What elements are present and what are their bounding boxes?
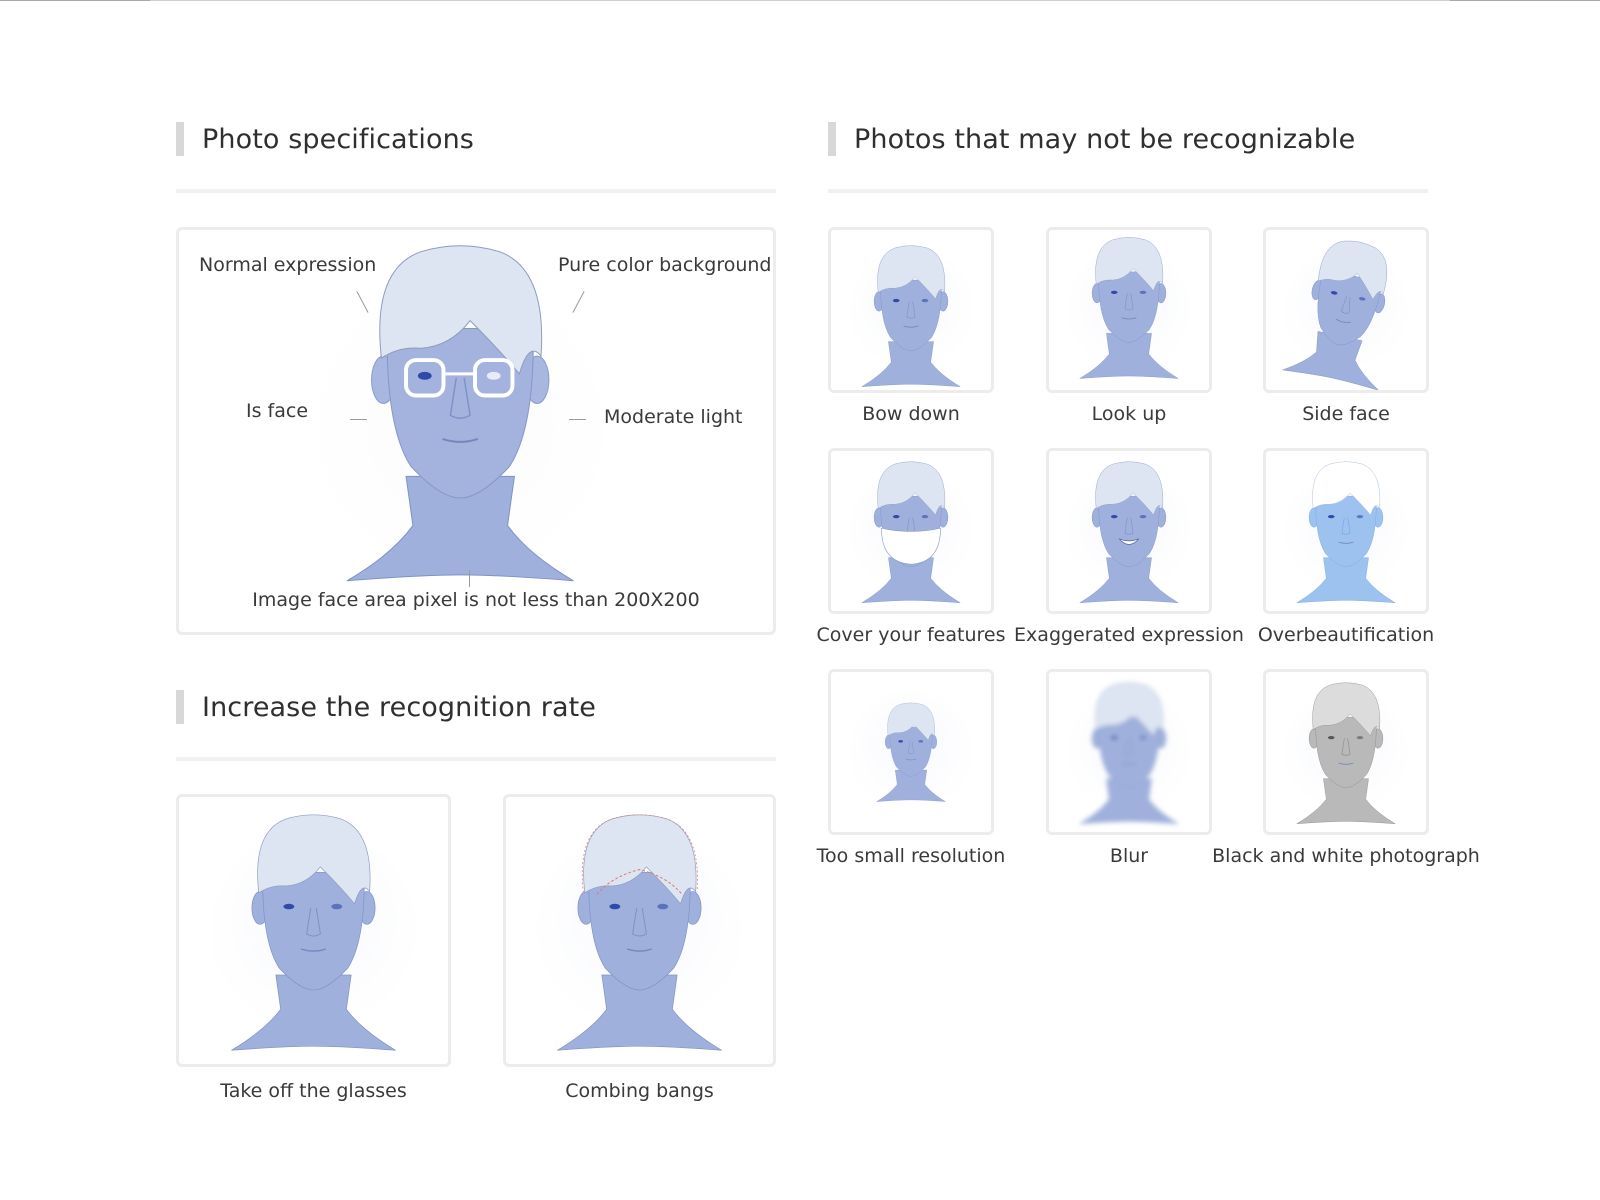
leader-line — [569, 419, 586, 420]
example-caption: Cover your features — [816, 624, 1006, 646]
example-card-black-white — [1263, 669, 1429, 835]
face-illustration — [1284, 682, 1408, 824]
label-pure-color-background: Pure color background — [558, 254, 772, 276]
face-illustration — [1067, 461, 1191, 603]
top-divider — [0, 0, 1600, 1]
section-divider — [176, 757, 776, 761]
leader-line — [350, 419, 367, 420]
face-illustration — [210, 814, 417, 1051]
label-moderate-light: Moderate light — [604, 406, 743, 428]
example-card-look-up — [1046, 227, 1212, 393]
example-caption: Exaggerated expression — [1014, 624, 1244, 646]
face-illustration — [849, 245, 973, 387]
section-divider — [176, 189, 776, 193]
example-caption: Too small resolution — [816, 845, 1006, 867]
spec-illustration-card — [176, 227, 776, 635]
section-title: Increase the recognition rate — [202, 691, 597, 723]
example-card-bow-down — [828, 227, 994, 393]
face-illustration — [1282, 240, 1408, 390]
increase-card-bangs — [503, 794, 776, 1067]
example-caption: Black and white photograph — [1212, 845, 1480, 867]
spec-face-illustration — [302, 245, 618, 585]
example-card-side-face — [1263, 227, 1429, 393]
section-header-increase-recognition: Increase the recognition rate — [176, 690, 596, 724]
example-card-cover-features — [828, 448, 994, 614]
example-card-overbeautification — [1263, 448, 1429, 614]
section-title: Photos that may not be recognizable — [854, 123, 1356, 155]
face-illustration — [1067, 237, 1191, 379]
section-marker — [176, 122, 184, 156]
increase-caption: Combing bangs — [565, 1080, 714, 1102]
face-illustration — [1067, 682, 1191, 824]
face-illustration — [849, 690, 973, 814]
section-marker — [828, 122, 836, 156]
section-title: Photo specifications — [202, 123, 474, 155]
label-normal-expression: Normal expression — [199, 254, 377, 276]
label-is-face: Is face — [246, 400, 309, 422]
example-caption: Side face — [1302, 403, 1390, 425]
example-caption: Overbeautification — [1257, 624, 1435, 646]
section-divider — [828, 189, 1428, 193]
section-marker — [176, 690, 184, 724]
leader-line — [469, 570, 470, 587]
face-illustration — [849, 461, 973, 603]
example-card-blur — [1046, 669, 1212, 835]
section-header-photo-specifications: Photo specifications — [176, 122, 474, 156]
example-card-small-resolution — [828, 669, 994, 835]
label-face-area: Image face area pixel is not less than 2… — [252, 589, 700, 611]
increase-card-glasses — [176, 794, 451, 1067]
example-caption: Bow down — [862, 403, 960, 425]
increase-caption: Take off the glasses — [220, 1080, 407, 1102]
face-illustration — [1284, 461, 1408, 603]
face-illustration — [536, 814, 743, 1051]
section-header-not-recognizable: Photos that may not be recognizable — [828, 122, 1355, 156]
example-card-exaggerated-expression — [1046, 448, 1212, 614]
example-caption: Look up — [1091, 403, 1167, 425]
